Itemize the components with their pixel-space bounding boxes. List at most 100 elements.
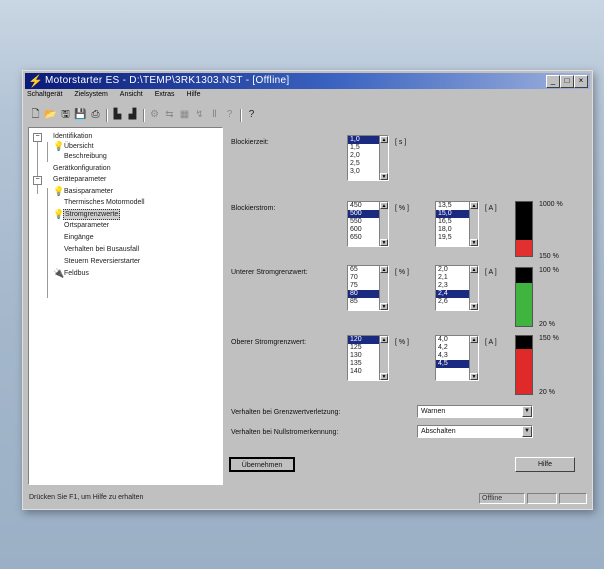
unit-percent: [ % ] bbox=[395, 269, 410, 276]
select-value: Abschalten bbox=[421, 428, 456, 435]
close-button[interactable]: × bbox=[574, 75, 588, 88]
menu-extras[interactable]: Extras bbox=[155, 91, 175, 98]
level-bar-fill bbox=[516, 240, 532, 256]
help-button[interactable]: Hilfe bbox=[515, 457, 575, 472]
bar-min-label: 20 % bbox=[539, 389, 555, 396]
tree-item-thermisches-motormodell[interactable]: Thermisches Motormodell bbox=[64, 198, 145, 207]
bar-max-label: 100 % bbox=[539, 267, 559, 274]
level-bar-oberer bbox=[515, 335, 533, 395]
bar-min-label: 20 % bbox=[539, 321, 555, 328]
load-to-pc-icon[interactable]: ▙ bbox=[111, 108, 124, 121]
info-icon[interactable]: ? bbox=[245, 108, 258, 121]
tree-item-beschreibung[interactable]: Beschreibung bbox=[64, 152, 107, 161]
bar-max-label: 1000 % bbox=[539, 201, 563, 208]
monitor-icon[interactable]: ▦ bbox=[178, 108, 191, 121]
bulb-icon: 💡 bbox=[53, 141, 65, 151]
save-as-icon[interactable]: 🖫 bbox=[59, 108, 72, 121]
bar-max-label: 150 % bbox=[539, 335, 559, 342]
scrollbar[interactable]: ▲ ▼ bbox=[379, 136, 388, 180]
expander-identifikation[interactable]: − bbox=[33, 133, 42, 142]
unit-percent: [ % ] bbox=[395, 339, 410, 346]
title-bar[interactable]: ⚡ Motorstarter ES - D:\TEMP\3RK1303.NST … bbox=[25, 73, 590, 89]
tree-item-steuern-reversierstarter[interactable]: Steuern Reversierstarter bbox=[64, 257, 140, 266]
scrollbar[interactable]: ▲ ▼ bbox=[379, 202, 388, 246]
window-title: Motorstarter ES - D:\TEMP\3RK1303.NST - … bbox=[45, 75, 290, 86]
chevron-down-icon[interactable]: ▼ bbox=[522, 426, 532, 437]
tree-item-verhalten-busausfall[interactable]: Verhalten bei Busausfall bbox=[64, 245, 139, 254]
unit-ampere: [ A ] bbox=[485, 269, 497, 276]
tree-item-geraetkonfiguration[interactable]: Gerätkonfiguration bbox=[53, 164, 111, 173]
select-verhalten-nullstrom[interactable]: Abschalten ▼ bbox=[417, 425, 533, 438]
unit-ampere: [ A ] bbox=[485, 205, 497, 212]
label-oberer-stromgrenzwert: Oberer Stromgrenzwert: bbox=[231, 339, 307, 346]
help-context-icon[interactable]: ? bbox=[223, 108, 236, 121]
status-hint: Drücken Sie F1, um Hilfe zu erhalten bbox=[29, 494, 144, 501]
listbox-oberer-percent[interactable]: 120 125 130 135 140 ▲ ▼ bbox=[347, 335, 389, 381]
listbox-blockierstrom-ampere[interactable]: 13,5 15,0 16,5 18,0 19,5 ▲ ▼ bbox=[435, 201, 479, 247]
status-cell bbox=[559, 493, 587, 504]
tree-item-identifikation[interactable]: Identifikation bbox=[53, 132, 92, 141]
tree-item-ortsparameter[interactable]: Ortsparameter bbox=[64, 221, 109, 230]
apply-button[interactable]: Übernehmen bbox=[229, 457, 295, 472]
listbox-blockierzeit[interactable]: 1,0 1,5 2,0 2,5 3,0 ▲ ▼ bbox=[347, 135, 389, 181]
bulb-icon: 💡 bbox=[53, 209, 65, 219]
scrollbar[interactable]: ▲ ▼ bbox=[379, 336, 388, 380]
parameter-panel: Blockierzeit: 1,0 1,5 2,0 2,5 3,0 ▲ ▼ [ s… bbox=[227, 127, 588, 485]
status-mode: Offline bbox=[479, 493, 525, 504]
toolbar: 🗋 📂 🖫 💾 ⎙ ▙ ▟ ⚙ ⇆ ▦ ↯ Ⅱ ? ? bbox=[27, 107, 588, 125]
label-verhalten-grenzwert: Verhalten bei Grenzwertverletzung: bbox=[231, 409, 341, 416]
tree-item-basisparameter[interactable]: Basisparameter bbox=[64, 187, 113, 196]
online-icon[interactable]: ⚙ bbox=[148, 108, 161, 121]
listbox-oberer-ampere[interactable]: 4,0 4,2 4,3 4,5 ▲ ▼ bbox=[435, 335, 479, 381]
tree-item-geraeteparameter[interactable]: Geräteparameter bbox=[53, 175, 106, 184]
unit-percent: [ % ] bbox=[395, 205, 410, 212]
scrollbar[interactable]: ▲ ▼ bbox=[469, 202, 478, 246]
menu-bar: Schaltgerät Zielsystem Ansicht Extras Hi… bbox=[27, 91, 211, 105]
select-verhalten-grenzwert[interactable]: Warnen ▼ bbox=[417, 405, 533, 418]
scrollbar[interactable]: ▲ ▼ bbox=[469, 266, 478, 310]
label-verhalten-nullstrom: Verhalten bei Nullstromerkennung: bbox=[231, 429, 339, 436]
status-bar: Drücken Sie F1, um Hilfe zu erhalten Off… bbox=[27, 493, 588, 505]
scrollbar[interactable]: ▲ ▼ bbox=[379, 266, 388, 310]
chevron-down-icon[interactable]: ▼ bbox=[522, 406, 532, 417]
menu-schaltgeraet[interactable]: Schaltgerät bbox=[27, 91, 62, 98]
tree-item-uebersicht[interactable]: Übersicht bbox=[64, 142, 94, 151]
tree-item-feldbus[interactable]: Feldbus bbox=[64, 269, 89, 278]
navigation-tree: − Identifikation 💡 Übersicht Beschreibun… bbox=[28, 127, 223, 485]
plug-icon: 🔌 bbox=[53, 268, 65, 278]
bar-min-label: 150 % bbox=[539, 253, 559, 260]
menu-zielsystem[interactable]: Zielsystem bbox=[74, 91, 107, 98]
menu-hilfe[interactable]: Hilfe bbox=[187, 91, 201, 98]
save-icon[interactable]: 💾 bbox=[74, 108, 87, 121]
minimize-button[interactable]: _ bbox=[546, 75, 560, 88]
open-icon[interactable]: 📂 bbox=[44, 108, 57, 121]
maximize-button[interactable]: □ bbox=[560, 75, 574, 88]
scrollbar[interactable]: ▲ ▼ bbox=[469, 336, 478, 380]
load-to-device-icon[interactable]: ▟ bbox=[126, 108, 139, 121]
expander-geraeteparameter[interactable]: − bbox=[33, 176, 42, 185]
menu-ansicht[interactable]: Ansicht bbox=[120, 91, 143, 98]
print-icon[interactable]: ⎙ bbox=[89, 108, 102, 121]
label-unterer-stromgrenzwert: Unterer Stromgrenzwert: bbox=[231, 269, 308, 276]
status-cell bbox=[527, 493, 557, 504]
test-icon[interactable]: ↯ bbox=[193, 108, 206, 121]
unit-ampere: [ A ] bbox=[485, 339, 497, 346]
new-icon[interactable]: 🗋 bbox=[29, 108, 42, 121]
level-bar-fill bbox=[516, 282, 532, 326]
compare-icon[interactable]: ⇆ bbox=[163, 108, 176, 121]
id-icon[interactable]: Ⅱ bbox=[208, 108, 221, 121]
listbox-unterer-percent[interactable]: 65 70 75 80 85 ▲ ▼ bbox=[347, 265, 389, 311]
listbox-unterer-ampere[interactable]: 2,0 2,1 2,3 2,4 2,6 ▲ ▼ bbox=[435, 265, 479, 311]
tree-item-eingaenge[interactable]: Eingänge bbox=[64, 233, 94, 242]
level-bar-blockierstrom bbox=[515, 201, 533, 257]
level-bar-fill bbox=[516, 349, 532, 394]
unit-seconds: [ s ] bbox=[395, 139, 407, 146]
level-bar-unterer bbox=[515, 267, 533, 327]
listbox-blockierstrom-percent[interactable]: 450 500 550 600 650 ▲ ▼ bbox=[347, 201, 389, 247]
app-window: ⚡ Motorstarter ES - D:\TEMP\3RK1303.NST … bbox=[22, 70, 593, 510]
bulb-icon: 💡 bbox=[53, 186, 65, 196]
label-blockierstrom: Blockierstrom: bbox=[231, 205, 276, 212]
label-blockierzeit: Blockierzeit: bbox=[231, 139, 269, 146]
select-value: Warnen bbox=[421, 408, 446, 415]
tree-item-stromgrenzwerte[interactable]: Stromgrenzwerte bbox=[63, 209, 121, 220]
